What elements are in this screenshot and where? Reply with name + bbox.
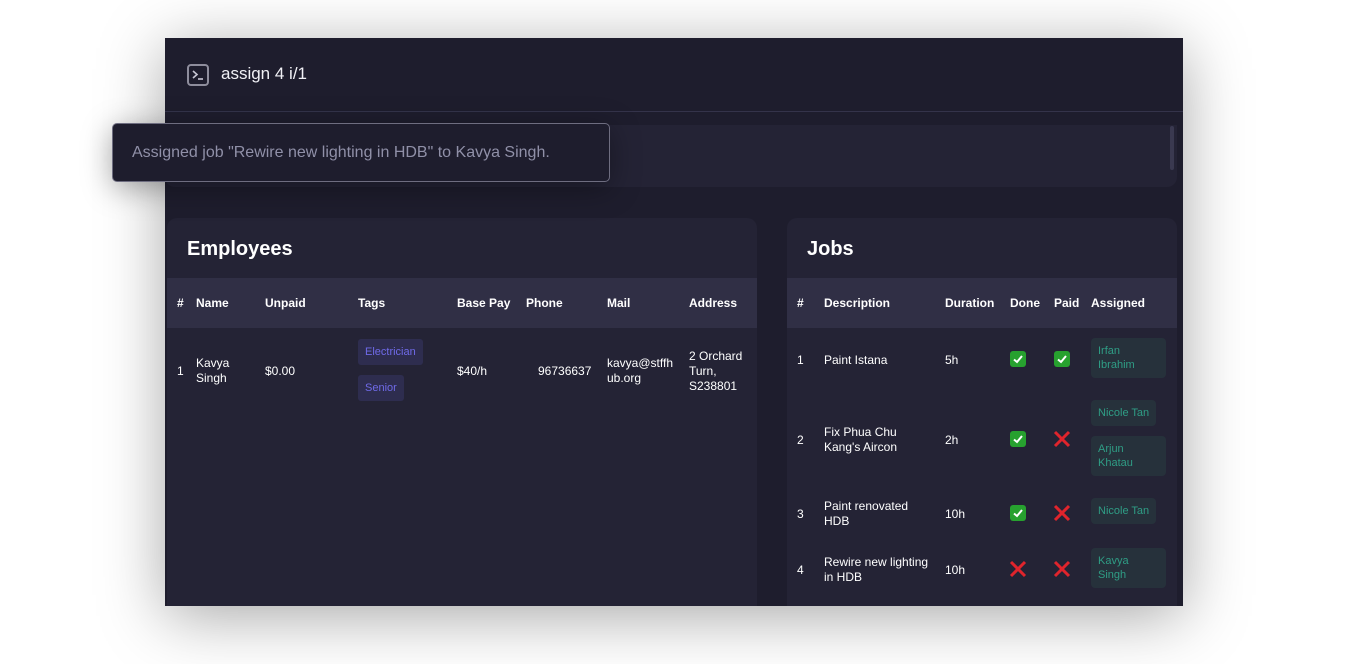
- employee-address: 2 Orchard Turn, S238801: [689, 349, 743, 393]
- col-base-pay: Base Pay: [457, 296, 511, 310]
- col-index: #: [797, 296, 804, 310]
- job-description: Fix Phua Chu Kang's Aircon: [824, 425, 898, 454]
- col-address: Address: [689, 296, 738, 310]
- assignee-chip: Irfan Ibrahim: [1091, 338, 1166, 378]
- col-assigned: Assigned: [1091, 296, 1146, 310]
- assignee-chip: Kavya Singh: [1091, 548, 1166, 588]
- col-done: Done: [1010, 296, 1040, 310]
- col-duration: Duration: [945, 296, 995, 310]
- col-phone: Phone: [526, 296, 563, 310]
- jobs-table-header: # Description Duration Done Paid Assigne…: [787, 278, 1177, 328]
- employee-unpaid: $0.00: [265, 364, 296, 378]
- paid-cross-icon: [1053, 504, 1071, 522]
- employee-name: Kavya Singh: [196, 356, 230, 385]
- job-index: 1: [797, 353, 804, 367]
- done-cross-icon: [1009, 560, 1027, 578]
- tag-senior: Senior: [358, 375, 404, 401]
- job-description: Paint renovated HDB: [824, 499, 909, 528]
- employee-index: 1: [177, 364, 184, 378]
- col-unpaid: Unpaid: [265, 296, 306, 310]
- employees-title: Employees: [187, 238, 293, 260]
- employee-mail: kavya@stffhub.org: [607, 356, 673, 385]
- job-duration: 10h: [945, 563, 966, 577]
- paid-check-icon: [1054, 351, 1070, 367]
- tag-electrician: Electrician: [358, 339, 423, 365]
- jobs-title: Jobs: [807, 238, 854, 260]
- col-description: Description: [824, 296, 891, 310]
- col-mail: Mail: [607, 296, 631, 310]
- command-input[interactable]: assign 4 i/1: [221, 64, 307, 84]
- job-description: Paint Istana: [824, 353, 888, 367]
- employees-panel: Employees # Name Unpaid Tags Base Pay Ph…: [167, 218, 757, 606]
- job-duration: 5h: [945, 353, 959, 367]
- job-duration: 10h: [945, 507, 966, 521]
- done-check-icon: [1010, 351, 1026, 367]
- employee-phone: 96736637: [538, 364, 592, 378]
- assignee-chip: Nicole Tan: [1091, 498, 1157, 524]
- assignee-chip: Nicole Tan: [1091, 400, 1157, 426]
- employees-table-header: # Name Unpaid Tags Base Pay Phone Mail A…: [167, 278, 757, 328]
- col-index: #: [177, 296, 184, 310]
- jobs-panel: Jobs # Description Duration Done Paid As…: [787, 218, 1177, 606]
- paid-cross-icon: [1053, 560, 1071, 578]
- done-check-icon: [1010, 505, 1026, 521]
- col-name: Name: [196, 296, 229, 310]
- assignee-chip: Arjun Khatau: [1091, 436, 1166, 476]
- paid-cross-icon: [1053, 430, 1071, 448]
- job-description: Rewire new lighting in HDB: [824, 555, 929, 584]
- col-paid: Paid: [1054, 296, 1080, 310]
- result-scrollbar[interactable]: [1170, 126, 1174, 170]
- terminal-icon: [187, 64, 209, 86]
- employee-base-pay: $40/h: [457, 364, 488, 378]
- job-duration: 2h: [945, 433, 959, 447]
- done-check-icon: [1010, 431, 1026, 447]
- job-index: 4: [797, 563, 804, 577]
- notification-toast: Assigned job "Rewire new lighting in HDB…: [112, 123, 610, 182]
- toast-message: Assigned job "Rewire new lighting in HDB…: [132, 144, 550, 161]
- job-index: 3: [797, 507, 804, 521]
- command-bar[interactable]: assign 4 i/1: [165, 38, 1183, 112]
- job-index: 2: [797, 433, 804, 447]
- col-tags: Tags: [358, 296, 386, 310]
